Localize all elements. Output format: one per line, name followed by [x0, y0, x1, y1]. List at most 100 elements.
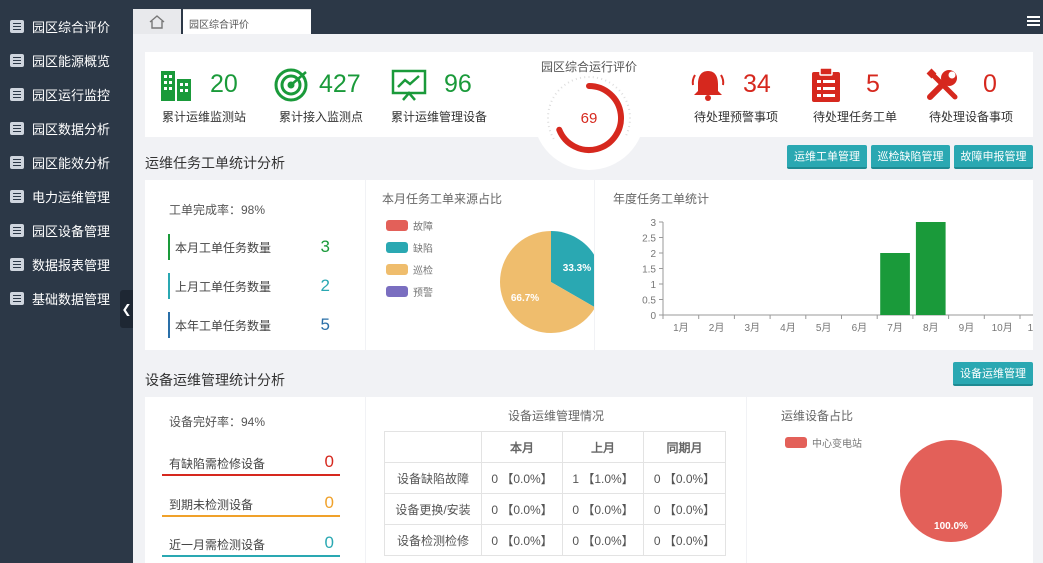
kpi-tasks: 5 待处理任务工单: [808, 52, 908, 137]
table-cell: 1 【1.0%】: [562, 462, 644, 494]
sidebar-item-base-data[interactable]: 基础数据管理: [0, 281, 133, 315]
sidebar-item-label: 园区运行监控: [32, 87, 111, 103]
x-tick-label: 1月: [673, 322, 689, 334]
bar[interactable]: [915, 222, 946, 315]
gauge-tick: [623, 96, 626, 99]
inspection-defect-button[interactable]: 巡检缺陷管理: [871, 145, 950, 169]
y-tick-label: 0: [650, 311, 656, 322]
gauge-tick: [621, 92, 624, 95]
kpi-device-items-value: 0: [983, 70, 997, 98]
bell-icon: [691, 71, 725, 101]
gauge-tick: [552, 96, 555, 99]
work-order-stats-panel: 工单完成率：98% 本月工单任务数量 3 上月工单任务数量 2 本年工单任务数量 5: [145, 180, 365, 350]
y-tick-label: 2.5: [642, 234, 656, 245]
kpi-tasks-label: 待处理任务工单: [813, 110, 898, 124]
sidebar-item-report-management[interactable]: 数据报表管理: [0, 247, 133, 281]
device-pie-chart: 100.0%: [900, 440, 1002, 542]
gauge-tick: [563, 83, 566, 86]
sidebar-item-park-evaluation[interactable]: 园区综合评价: [0, 9, 133, 43]
table-cell: 0 【0.0%】: [643, 462, 726, 494]
stat-value: 2: [320, 276, 330, 295]
bar[interactable]: [880, 253, 910, 315]
sidebar-item-operation-monitor[interactable]: 园区运行监控: [0, 77, 133, 111]
gauge-tick: [608, 81, 611, 84]
sidebar-item-label: 园区数据分析: [32, 121, 111, 137]
stat-label: 上月工单任务数量: [175, 279, 272, 294]
sidebar-item-label: 园区综合评价: [32, 19, 111, 35]
tab-park-evaluation[interactable]: 园区综合评价: [183, 9, 311, 34]
sidebar-item-efficiency-analysis[interactable]: 园区能效分析: [0, 145, 133, 179]
table-cell: 0 【0.0%】: [562, 524, 644, 556]
device-maintenance-button[interactable]: 设备运维管理: [953, 362, 1033, 386]
list-icon: [10, 291, 24, 305]
sidebar-item-label: 园区能源概览: [32, 53, 111, 69]
table-cell: 设备检测检修: [384, 524, 482, 556]
stat-label: 本年工单任务数量: [175, 318, 272, 333]
sidebar-item-label: 园区能效分析: [32, 155, 111, 171]
completion-rate: 工单完成率：98%: [169, 203, 266, 217]
gauge-tick: [567, 81, 570, 84]
table-cell: 0 【0.0%】: [643, 493, 726, 525]
dev-label: 到期未检测设备: [169, 498, 254, 512]
dev-row-defect: 有缺陷需检修设备 0: [162, 446, 340, 476]
list-icon: [10, 223, 24, 237]
dev-label: 有缺陷需检修设备: [169, 457, 266, 471]
gauge-panel: 园区综合运行评价 69: [533, 52, 645, 170]
home-icon: [149, 14, 165, 29]
y-tick-label: 1.5: [642, 265, 656, 276]
gauge-tick: [550, 100, 553, 103]
device-section-title: 设备运维管理统计分析: [145, 372, 285, 388]
stat-label: 本月工单任务数量: [175, 240, 272, 255]
work-order-management-button[interactable]: 运维工单管理: [787, 145, 867, 169]
hamburger-menu-icon[interactable]: [1027, 16, 1040, 18]
top-bar: 园区综合评价: [133, 0, 1043, 34]
fault-report-button[interactable]: 故障申报管理: [954, 145, 1033, 169]
list-icon: [10, 87, 24, 101]
sidebar-item-power-maintenance[interactable]: 电力运维管理: [0, 179, 133, 213]
gauge-tick: [600, 77, 603, 81]
pie-label: 66.7%: [511, 293, 539, 304]
gauge-tick: [548, 129, 552, 132]
y-tick-label: 1: [650, 280, 656, 291]
sidebar-item-data-analysis[interactable]: 园区数据分析: [0, 111, 133, 145]
gauge-tick: [571, 79, 574, 82]
sidebar: 园区综合评价 园区能源概览 园区运行监控 园区数据分析 园区能效分析 电力运维管…: [0, 0, 133, 563]
sidebar-item-energy-overview[interactable]: 园区能源概览: [0, 43, 133, 77]
stat-value: 3: [320, 237, 330, 256]
y-tick-label: 3: [650, 218, 656, 229]
home-tab[interactable]: [133, 9, 181, 34]
x-tick-label: 2月: [709, 322, 725, 334]
table-header-cell: 同期月: [643, 431, 726, 463]
gauge-tick: [615, 86, 618, 89]
list-icon: [10, 189, 24, 203]
y-tick-label: 0.5: [642, 296, 656, 307]
monitor-chart-icon: [391, 69, 427, 101]
list-icon: [10, 155, 24, 169]
sidebar-item-label: 数据报表管理: [32, 257, 111, 273]
source-pie-chart: 0.0%33.3%66.7%: [500, 231, 594, 333]
kpi-stations-label: 累计运维监测站: [162, 110, 247, 124]
gauge-tick: [552, 137, 555, 140]
sidebar-collapse-button[interactable]: ❮: [120, 290, 133, 328]
kpi-points-label: 累计接入监测点: [279, 110, 364, 124]
gauge-tick: [575, 77, 578, 81]
x-tick-label: 7月: [887, 322, 903, 334]
annual-bar-chart: 0 0.5 1 1.5 2 2.5 3 1月 2月 3月 4月 5月 6月 7月 8月 9月 10月 11月: [642, 218, 1033, 334]
source-pie-panel: 本月任务工单来源占比 故障缺陷巡检预警 0.0%33.3%66.7%: [366, 180, 594, 350]
x-tick-label: 9月: [959, 322, 975, 334]
table-row: 设备更换/安装 0 【0.0%】 0 【0.0%】 0 【0.0%】: [384, 493, 726, 525]
kpi-stations-value: 20: [210, 70, 238, 98]
sidebar-item-label: 基础数据管理: [32, 291, 111, 307]
table-row: 设备缺陷故障 0 【0.0%】 1 【1.0%】 0 【0.0%】: [384, 462, 726, 494]
x-tick-label: 8月: [923, 322, 939, 334]
stat-row-last-month: 上月工单任务数量 2: [168, 273, 338, 299]
table-header-row: 本月 上月 同期月: [384, 431, 726, 463]
list-icon: [10, 19, 24, 33]
dev-label: 近一月需检测设备: [169, 538, 266, 552]
dev-value: 0: [324, 452, 334, 471]
wrench-icon: [926, 68, 958, 100]
sidebar-item-device-management[interactable]: 园区设备管理: [0, 213, 133, 247]
clipboard-icon: [812, 67, 840, 102]
y-tick-label: 2: [650, 249, 656, 260]
gauge-tick: [625, 100, 628, 103]
